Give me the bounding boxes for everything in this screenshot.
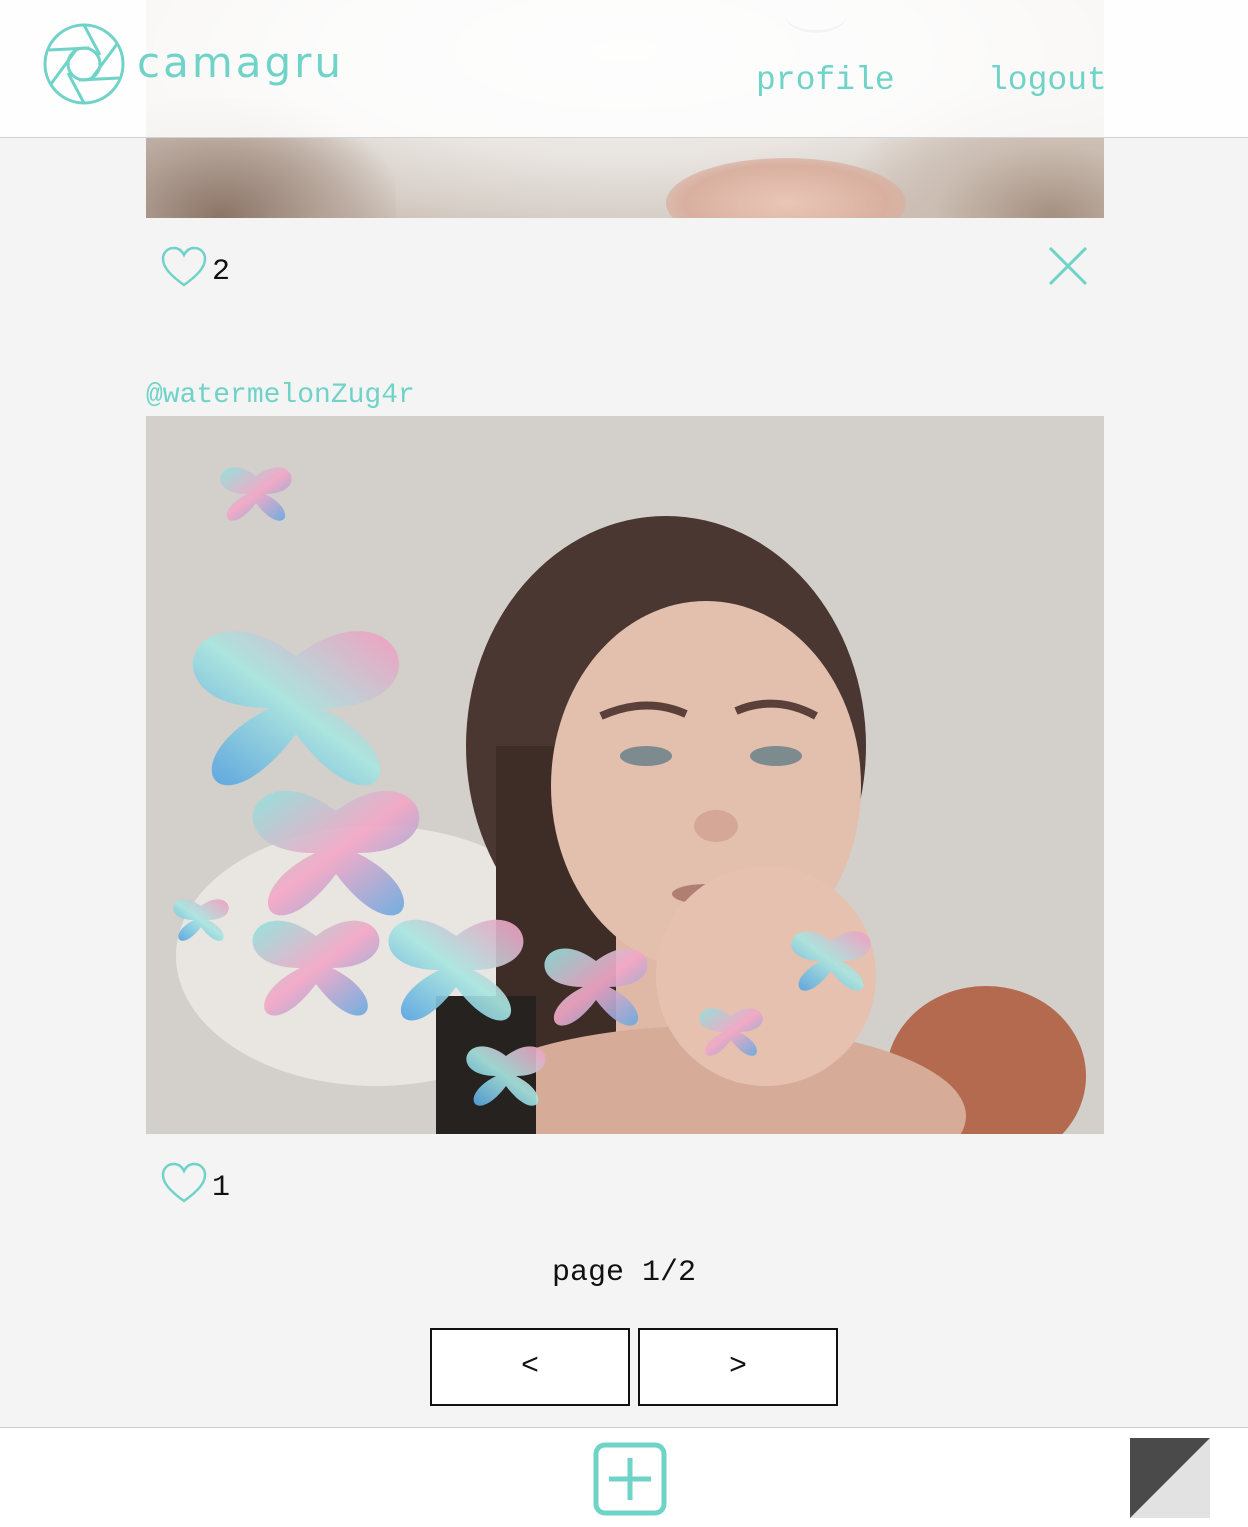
- page-indicator: page 1/2: [551, 1256, 697, 1290]
- post-2-likes: 1: [160, 1161, 230, 1205]
- next-page-button[interactable]: >: [638, 1328, 838, 1406]
- heart-outline-icon[interactable]: [160, 1162, 208, 1204]
- like-count: 1: [212, 1171, 231, 1205]
- like-count: 2: [212, 255, 231, 289]
- post-1-likes: 2: [160, 245, 230, 289]
- post-username[interactable]: @watermelonZug4r: [146, 380, 415, 411]
- add-square-icon[interactable]: [593, 1442, 667, 1516]
- post-photo-2: [146, 416, 1104, 1134]
- brand-name[interactable]: camagru: [137, 38, 344, 87]
- theme-toggle-icon[interactable]: [1130, 1438, 1210, 1518]
- camera-aperture-icon[interactable]: [42, 22, 126, 106]
- nav-profile-link[interactable]: profile: [756, 62, 895, 99]
- nav-logout-link[interactable]: logout: [988, 62, 1107, 99]
- heart-outline-icon[interactable]: [160, 246, 208, 288]
- photo-illustration: [146, 416, 1104, 1134]
- top-navbar: camagru profile logout: [0, 0, 1248, 138]
- bottom-bar: [0, 1427, 1248, 1527]
- close-icon[interactable]: [1047, 245, 1089, 287]
- prev-page-button[interactable]: <: [430, 1328, 630, 1406]
